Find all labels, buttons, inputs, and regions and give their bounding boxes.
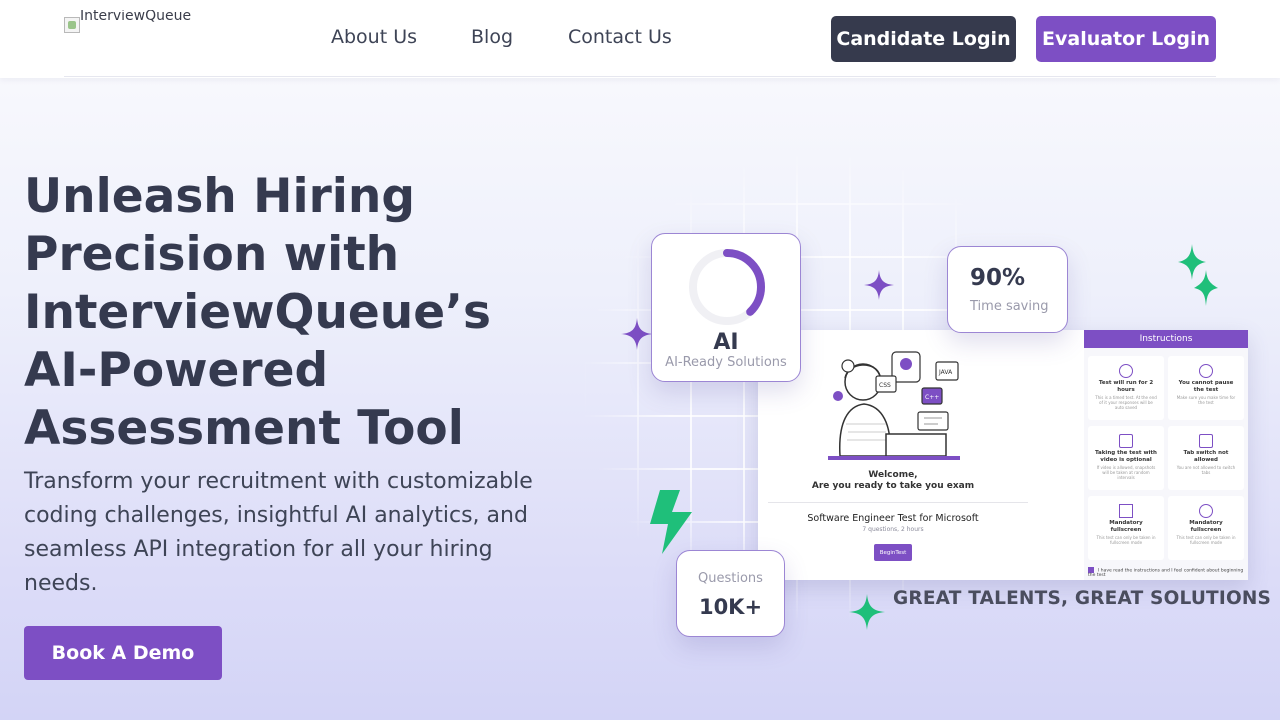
exam-welcome-panel: JAVA CSS C++ Welcome, Are you ready to t… — [758, 330, 1083, 580]
css-badge: CSS — [879, 382, 891, 389]
agree-checkbox-row: I have read the instructions and I feel … — [1084, 566, 1248, 578]
test-title: Software Engineer Test for Microsoft — [807, 513, 979, 524]
fullscreen-icon — [1119, 504, 1133, 518]
instruction-desc: If video is allowed, snapshots will be t… — [1096, 465, 1156, 480]
tabs-icon — [1199, 434, 1213, 448]
instruction-desc: Make sure you make time for the test — [1176, 395, 1236, 405]
hero-subtitle: Transform your recruitment with customiz… — [24, 469, 533, 596]
questions-card: Questions 10K+ — [676, 550, 785, 637]
timer-icon — [1119, 364, 1133, 378]
time-saving-label: Time saving — [970, 299, 1049, 314]
checkbox-checked-icon — [1088, 566, 1094, 573]
instruction-card: Taking the test with video is optional I… — [1088, 426, 1164, 490]
green-sparkles-icon — [1178, 244, 1218, 306]
header-divider — [64, 76, 1216, 77]
time-saving-value: 90% — [970, 265, 1026, 291]
ai-card-value: AI — [713, 330, 739, 355]
welcome-line-1: Welcome, — [868, 470, 918, 480]
nav-link-about-us[interactable]: About Us — [331, 26, 417, 48]
nav-link-blog[interactable]: Blog — [471, 26, 513, 48]
instructions-panel: Instructions Test will run for 2 hours T… — [1084, 330, 1248, 580]
instruction-desc: You are not allowed to switch tabs — [1176, 465, 1236, 475]
video-camera-icon — [1119, 434, 1133, 448]
java-badge: JAVA — [938, 369, 953, 376]
instruction-card: Mandatory fullscreen This test can only … — [1088, 496, 1164, 560]
questions-label: Questions — [698, 571, 763, 586]
broken-image-icon — [64, 17, 80, 33]
pause-icon — [1199, 364, 1213, 378]
lightning-bolt-icon — [650, 490, 692, 554]
logo-alt-text: InterviewQueue — [80, 10, 192, 24]
agree-text: I have read the instructions and I feel … — [1088, 568, 1244, 578]
candidate-login-button[interactable]: Candidate Login — [831, 16, 1016, 62]
instruction-title: Mandatory fullscreen — [1109, 520, 1143, 533]
cpp-badge: C++ — [925, 394, 939, 401]
welcome-text: Welcome, Are you ready to take you exam — [758, 470, 1028, 492]
book-demo-button[interactable]: Book A Demo — [24, 626, 222, 680]
evaluator-login-button[interactable]: Evaluator Login — [1036, 16, 1216, 62]
questions-value: 10K+ — [698, 595, 763, 619]
ai-ready-card: AI AI-Ready Solutions — [651, 233, 801, 382]
begin-test-button: BeginTest — [874, 544, 912, 561]
purple-sparkle-icon — [864, 270, 894, 300]
time-saving-card: 90% Time saving — [947, 246, 1068, 333]
exam-screen-mockup: JAVA CSS C++ Welcome, Are you ready to t… — [758, 330, 1248, 580]
instruction-title: Taking the test with video is optional — [1095, 450, 1157, 463]
instruction-desc: This is a timed test. At the end of it y… — [1095, 395, 1157, 410]
purple-sparkle-icon — [621, 318, 653, 350]
ai-card-label: AI-Ready Solutions — [665, 355, 787, 370]
instruction-card: Tab switch not allowed You are not allow… — [1168, 426, 1244, 490]
instruction-title: Mandatory fullscreen — [1189, 520, 1223, 533]
instruction-card: Test will run for 2 hours This is a time… — [1088, 356, 1164, 420]
instruction-title: Test will run for 2 hours — [1098, 380, 1154, 393]
site-header: InterviewQueue About Us Blog Contact Us … — [0, 0, 1280, 78]
test-meta: 7 questions, 2 hours — [862, 526, 924, 533]
timer-icon — [1199, 504, 1213, 518]
nav-link-contact-us[interactable]: Contact Us — [568, 26, 672, 48]
instruction-desc: This test can only be taken in fullscree… — [1096, 535, 1156, 545]
progress-ring — [689, 249, 765, 325]
welcome-line-2: Are you ready to take you exam — [811, 481, 975, 491]
welcome-divider — [768, 502, 1028, 503]
instruction-desc: This test can only be taken in fullscree… — [1176, 535, 1236, 545]
slogan-text: GREAT TALENTS, GREAT SOLUTIONS — [893, 588, 1272, 609]
instructions-header: Instructions — [1084, 330, 1248, 348]
green-sparkle-icon — [849, 594, 885, 630]
hero-title: Unleash Hiring Precision with InterviewQ… — [24, 169, 491, 456]
instruction-card: You cannot pause the test Make sure you … — [1168, 356, 1244, 420]
instruction-title: You cannot pause the test — [1178, 380, 1234, 393]
person-at-laptop-illustration: JAVA CSS C++ — [828, 351, 960, 460]
site-logo[interactable]: InterviewQueue — [64, 10, 204, 36]
instruction-card: Mandatory fullscreen This test can only … — [1168, 496, 1244, 560]
instruction-title: Tab switch not allowed — [1183, 450, 1229, 463]
